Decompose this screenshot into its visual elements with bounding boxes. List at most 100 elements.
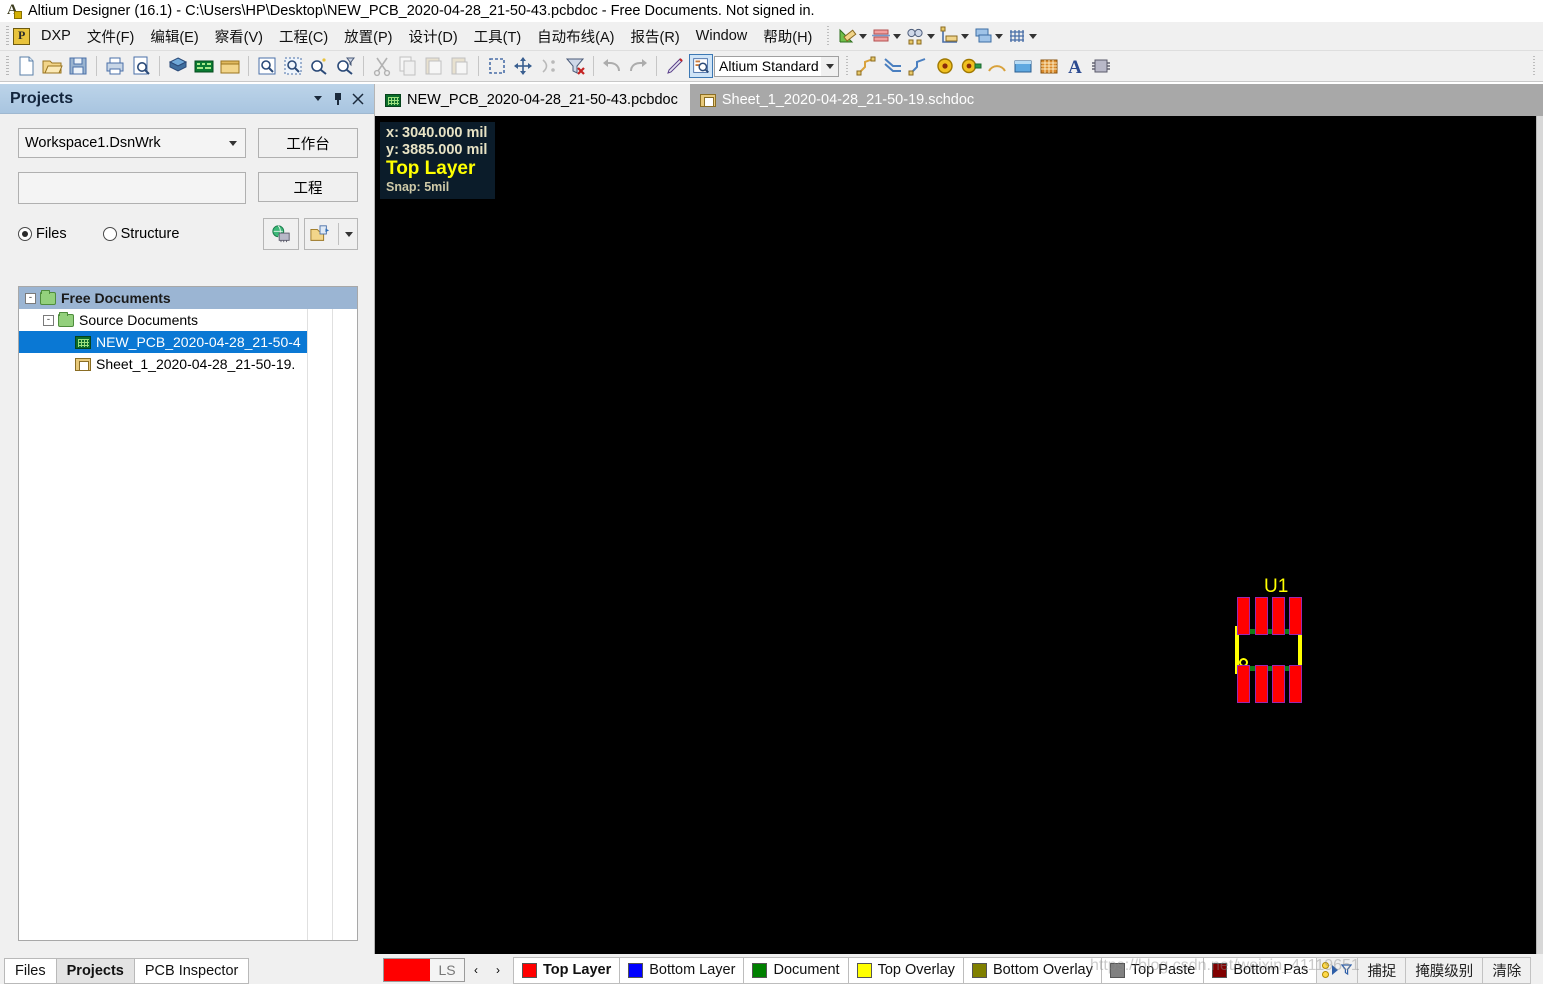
pcb-component-u1[interactable]: U1 [1230,576,1320,713]
interactive-route-icon[interactable] [855,54,879,78]
place-pad-icon[interactable] [959,54,983,78]
menu-help[interactable]: 帮助(H) [755,23,820,50]
pad-top-1[interactable] [1237,597,1250,635]
place-arc-icon[interactable] [985,54,1009,78]
dimension-tool-button[interactable] [937,25,971,47]
board-insight-button[interactable] [263,218,299,250]
radio-structure[interactable]: Structure [102,226,179,242]
workspace-combo[interactable]: Workspace1.DsnWrk [18,128,246,158]
menu-view[interactable]: 察看(V) [207,23,271,50]
project-button[interactable]: 工程 [258,172,358,202]
clear-button[interactable]: 清除 [1482,956,1532,984]
toolbar-grip[interactable] [824,26,832,46]
cross-probe-icon[interactable] [663,54,687,78]
layer-tab-top-overlay[interactable]: Top Overlay [847,956,964,984]
layer-scroll-next-button[interactable]: › [487,958,509,982]
pad-bottom-2[interactable] [1255,665,1268,703]
expander-icon[interactable]: - [25,292,36,304]
pad-bottom-4[interactable] [1289,665,1302,703]
menu-reports[interactable]: 报告(R) [623,23,688,50]
toolbar-end-grip[interactable] [1530,56,1537,76]
place-component-icon[interactable] [1089,54,1113,78]
layer-indicator-lights[interactable] [1316,956,1359,984]
find-similar-button[interactable] [903,25,937,47]
place-toolbar-grip[interactable] [843,56,850,76]
combo-dropdown-button[interactable] [821,56,838,76]
zoom-in-icon[interactable] [307,54,331,78]
close-icon[interactable] [348,89,368,109]
pad-top-2[interactable] [1255,597,1268,635]
radio-files[interactable]: Files [18,226,67,242]
pcb-3d-view-icon[interactable] [166,54,190,78]
document-tab-pcb[interactable]: NEW_PCB_2020-04-28_21-50-43.pcbdoc [375,84,690,116]
place-string-icon[interactable]: A [1063,54,1087,78]
panel-tab-projects[interactable]: Projects [55,958,135,984]
canvas-vertical-scrollbar[interactable] [1536,116,1543,954]
print-icon[interactable] [103,54,127,78]
open-project-button[interactable] [304,218,358,250]
snap-button[interactable]: 捕捉 [1357,956,1407,984]
route-differential-icon[interactable] [881,54,905,78]
tree-item-schematic-document[interactable]: Sheet_1_2020-04-28_21-50-19. [19,353,357,375]
pad-bottom-3[interactable] [1272,665,1285,703]
zoom-filter-icon[interactable] [333,54,357,78]
menu-window[interactable]: Window [688,25,756,47]
menu-file[interactable]: 文件(F) [79,23,143,50]
expander-icon[interactable]: - [43,314,54,326]
pad-bottom-1[interactable] [1237,665,1250,703]
move-icon[interactable] [511,54,535,78]
dropdown-arrow-icon[interactable] [345,231,353,237]
workspace-combo-dropdown[interactable] [223,133,243,153]
layer-tab-top-layer[interactable]: Top Layer [513,956,621,984]
open-folder-icon[interactable] [218,54,242,78]
panel-menu-icon[interactable] [308,89,328,109]
menu-place[interactable]: 放置(P) [336,23,400,50]
current-layer-swatch[interactable] [384,959,430,981]
menu-edit[interactable]: 编辑(E) [142,23,206,50]
select-area-icon[interactable] [485,54,509,78]
open-document-icon[interactable] [40,54,64,78]
menu-dxp[interactable]: DXP [33,25,79,47]
mask-level-button[interactable]: 掩膜级别 [1405,956,1484,984]
zoom-area-icon[interactable] [281,54,305,78]
project-search-input[interactable] [18,172,246,204]
pad-top-4[interactable] [1289,597,1302,635]
pcb-board-icon[interactable] [192,54,216,78]
panel-tab-files[interactable]: Files [4,958,57,984]
workspace-button[interactable]: 工作台 [258,128,358,158]
menu-tools[interactable]: 工具(T) [466,23,530,50]
menu-project[interactable]: 工程(C) [271,23,336,50]
project-tree[interactable]: - Free Documents - Source Documents NEW_… [18,286,358,941]
new-document-icon[interactable] [14,54,38,78]
print-preview-icon[interactable] [129,54,153,78]
pad-top-3[interactable] [1272,597,1285,635]
save-document-icon[interactable] [66,54,90,78]
layer-tab-top-paste[interactable]: Top Paste [1100,956,1205,984]
dxp-icon[interactable] [13,27,30,45]
menu-autoroute[interactable]: 自动布线(A) [529,23,622,50]
menu-grip[interactable] [3,26,11,46]
layer-stack-button[interactable] [971,25,1005,47]
panel-tab-pcb-inspector[interactable]: PCB Inspector [133,958,250,984]
tree-item-free-documents[interactable]: - Free Documents [19,287,357,309]
place-polygon-icon[interactable] [1037,54,1061,78]
place-via-icon[interactable] [933,54,957,78]
layer-color-selector[interactable]: LS [383,958,465,982]
layer-scroll-prev-button[interactable]: ‹ [465,958,487,982]
layer-tab-bottom-layer[interactable]: Bottom Layer [619,956,745,984]
layer-tab-document[interactable]: Document [743,956,849,984]
layer-tab-bottom-overlay[interactable]: Bottom Overlay [962,956,1102,984]
align-tool-button[interactable] [869,25,903,47]
toolbar-standard-combo[interactable]: Altium Standard 2 [714,55,839,77]
menu-design[interactable]: 设计(D) [401,23,466,50]
document-tab-schematic[interactable]: Sheet_1_2020-04-28_21-50-19.schdoc [689,84,987,116]
pin-icon[interactable] [328,89,348,109]
place-fill-icon[interactable] [1011,54,1035,78]
browse-icon[interactable] [689,54,713,78]
zoom-document-icon[interactable] [255,54,279,78]
route-multiple-icon[interactable] [907,54,931,78]
clear-filter-icon[interactable] [563,54,587,78]
pcb-canvas[interactable]: x: 3040.000 mil y: 3885.000 mil Top Layer … [375,116,1536,954]
layer-tab-bottom-paste[interactable]: Bottom Pas [1203,956,1318,984]
tree-item-source-documents[interactable]: - Source Documents [19,309,357,331]
